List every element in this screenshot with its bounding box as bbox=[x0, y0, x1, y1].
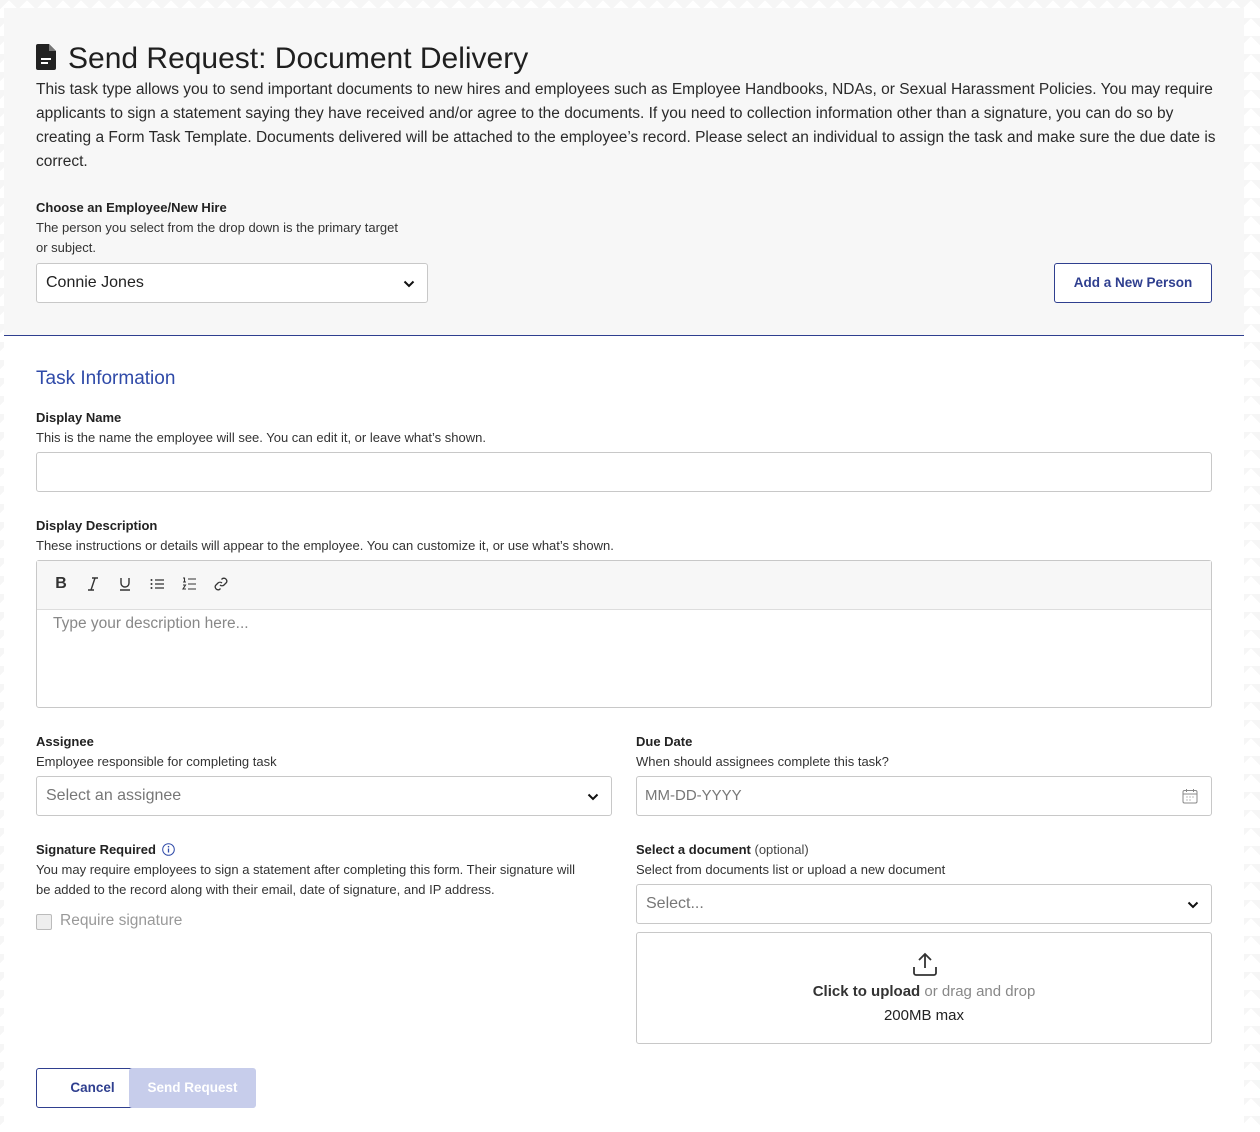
display-description-help: These instructions or details will appea… bbox=[36, 538, 614, 553]
description-placeholder: Type your description here... bbox=[53, 615, 249, 632]
assignee-help: Employee responsible for completing task bbox=[36, 754, 277, 769]
document-label-row: Select a document (optional) bbox=[636, 842, 809, 857]
employee-select[interactable]: Connie Jones bbox=[36, 263, 428, 303]
assignee-select[interactable]: Select an assignee bbox=[36, 776, 612, 816]
numbered-list-icon[interactable] bbox=[178, 573, 200, 595]
chevron-down-icon bbox=[403, 277, 415, 295]
upload-max-size: 200MB max bbox=[883, 1007, 965, 1024]
underline-icon[interactable] bbox=[114, 573, 136, 595]
document-help: Select from documents list or upload a n… bbox=[636, 862, 946, 877]
italic-icon[interactable] bbox=[82, 573, 104, 595]
bold-icon[interactable]: B bbox=[50, 573, 72, 595]
display-name-label: Display Name bbox=[36, 410, 122, 425]
upload-instructions: Click to upload or drag and drop bbox=[637, 983, 1211, 1000]
due-date-label: Due Date bbox=[636, 734, 693, 749]
info-icon[interactable] bbox=[162, 843, 175, 856]
send-request-button[interactable]: Send Request bbox=[129, 1068, 256, 1108]
employee-label: Choose an Employee/New Hire bbox=[36, 200, 227, 215]
editor-toolbar: B bbox=[37, 561, 1211, 610]
intro-text: This task type allows you to send import… bbox=[36, 81, 1216, 170]
form-panel: Send Request: Document Delivery This tas… bbox=[4, 8, 1244, 1132]
optional-label: (optional) bbox=[754, 842, 809, 857]
require-signature-checkbox[interactable] bbox=[36, 914, 52, 930]
drag-and-drop-text: or drag and drop bbox=[924, 983, 1036, 1000]
upload-icon bbox=[912, 951, 938, 982]
document-placeholder: Select... bbox=[646, 895, 704, 912]
display-name-help: This is the name the employee will see. … bbox=[36, 430, 486, 445]
employee-help-2: or subject. bbox=[36, 240, 96, 255]
signature-help-2: be added to the record along with their … bbox=[36, 882, 495, 897]
signature-label-row: Signature Required bbox=[36, 842, 175, 857]
due-date-help: When should assignees complete this task… bbox=[636, 754, 889, 769]
document-icon bbox=[36, 43, 68, 75]
description-editor[interactable]: B Type your description here... bbox=[36, 560, 1212, 708]
chevron-down-icon bbox=[587, 790, 599, 808]
upload-dropzone[interactable]: Click to upload or drag and drop 200MB m… bbox=[636, 932, 1212, 1044]
due-date-input[interactable]: MM-DD-YYYY bbox=[636, 776, 1212, 816]
employee-help-1: The person you select from the drop down… bbox=[36, 220, 399, 235]
document-select[interactable]: Select... bbox=[636, 884, 1212, 924]
employee-selected-value: Connie Jones bbox=[46, 274, 144, 291]
assignee-placeholder: Select an assignee bbox=[46, 787, 182, 804]
add-new-person-button[interactable]: Add a New Person bbox=[1054, 263, 1212, 303]
title-row: Send Request: Document Delivery bbox=[36, 42, 528, 76]
bullet-list-icon[interactable] bbox=[146, 573, 168, 595]
require-signature-label: Require signature bbox=[60, 912, 183, 929]
display-name-input[interactable] bbox=[36, 452, 1212, 492]
task-information-heading: Task Information bbox=[36, 368, 176, 389]
calendar-icon[interactable] bbox=[1182, 788, 1198, 809]
select-document-label: Select a document bbox=[636, 842, 751, 857]
page-title: Send Request: Document Delivery bbox=[68, 42, 529, 75]
display-description-label: Display Description bbox=[36, 518, 158, 533]
header-section: Send Request: Document Delivery This tas… bbox=[4, 8, 1244, 336]
due-date-placeholder: MM-DD-YYYY bbox=[645, 787, 742, 804]
signature-help-1: You may require employees to sign a stat… bbox=[36, 862, 576, 877]
link-icon[interactable] bbox=[210, 573, 232, 595]
assignee-label: Assignee bbox=[36, 734, 94, 749]
chevron-down-icon bbox=[1187, 898, 1199, 916]
signature-required-label: Signature Required bbox=[36, 842, 156, 857]
click-to-upload-link[interactable]: Click to upload bbox=[813, 983, 921, 1000]
